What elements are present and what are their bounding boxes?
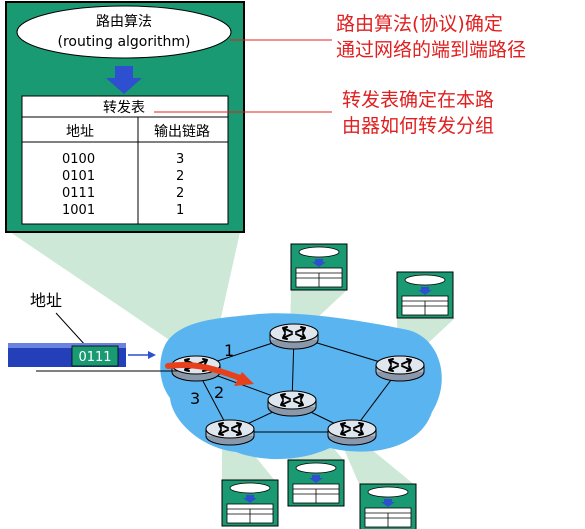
row-address: 0111 bbox=[62, 186, 95, 201]
link-label-2: 2 bbox=[214, 383, 224, 402]
table-note-line1: 转发表确定在本路 bbox=[342, 89, 494, 111]
column-header-address: 地址 bbox=[66, 124, 94, 140]
algorithm-note-line2: 通过网络的端到端路径 bbox=[336, 39, 526, 61]
mini-table-bottom-left bbox=[221, 479, 279, 527]
router-right[interactable] bbox=[375, 355, 425, 382]
forwarding-table-title: 转发表 bbox=[103, 100, 145, 116]
row-address: 0100 bbox=[62, 152, 95, 167]
router-top[interactable] bbox=[269, 323, 319, 350]
column-header-output-link: 输出链路 bbox=[154, 124, 210, 140]
packet-address-label: 地址 bbox=[30, 291, 62, 310]
row-address: 1001 bbox=[62, 203, 95, 218]
link-label-1: 1 bbox=[224, 341, 234, 360]
router-center[interactable] bbox=[267, 390, 317, 417]
packet[interactable]: 0111 bbox=[8, 343, 126, 367]
router-bottom-right[interactable] bbox=[327, 419, 377, 446]
packet-header-value: 0111 bbox=[78, 350, 111, 365]
packet-arrow-head-icon bbox=[148, 351, 156, 359]
row-link: 2 bbox=[176, 186, 184, 201]
mini-table-top-center bbox=[290, 243, 348, 291]
mini-table-bottom-center bbox=[287, 459, 345, 507]
row-link: 1 bbox=[176, 203, 184, 218]
algorithm-note-line1: 路由算法(协议)确定 bbox=[336, 13, 503, 35]
routing-algorithm-label-line2: (routing algorithm) bbox=[58, 34, 191, 50]
row-link: 3 bbox=[176, 152, 184, 167]
row-address: 0101 bbox=[62, 169, 95, 184]
router-bottom-left[interactable] bbox=[205, 419, 255, 446]
mini-table-bottom-right bbox=[359, 483, 417, 529]
address-label-pointer bbox=[55, 312, 87, 347]
forwarding-table[interactable]: 转发表 地址 输出链路 0100 3 0101 2 0111 2 1001 1 bbox=[21, 95, 229, 225]
routing-algorithm-label-line1: 路由算法 bbox=[96, 14, 152, 30]
forwarding-diagram: 路由算法 (routing algorithm) 转发表 地址 输出链路 010… bbox=[5, 1, 526, 529]
mini-table-top-right bbox=[396, 271, 454, 319]
router-internals-box: 路由算法 (routing algorithm) 转发表 地址 输出链路 010… bbox=[5, 1, 245, 233]
row-link: 2 bbox=[176, 169, 184, 184]
link-label-3: 3 bbox=[190, 389, 200, 408]
table-note-line2: 由器如何转发分组 bbox=[342, 115, 494, 137]
